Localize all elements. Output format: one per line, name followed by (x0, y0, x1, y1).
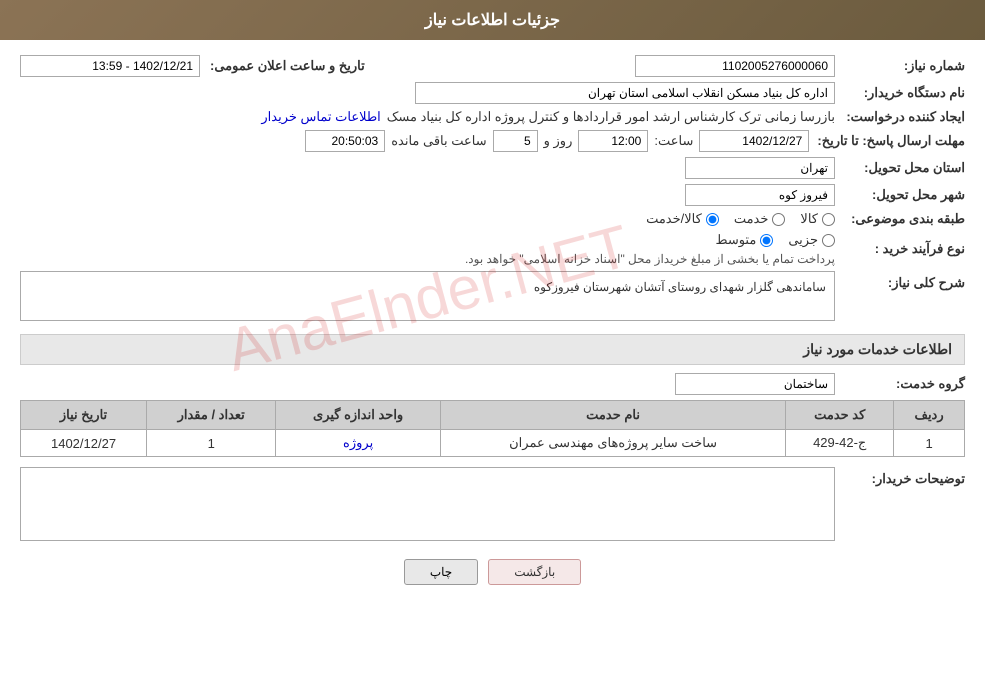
cell-date: 1402/12/27 (21, 430, 147, 457)
naoe-farayand-row: نوع فرآیند خرید : جزیی متوسط پرداخت تمام… (20, 232, 965, 266)
col-radif: ردیف (894, 401, 965, 430)
radio-kala-khadamat-text: کالا/خدمت (646, 211, 702, 227)
naoe-payment-text: پرداخت تمام یا بخشی از مبلغ خریداز محل "… (465, 252, 835, 266)
shmara-row: شماره نیاز: تاریخ و ساعت اعلان عمومی: (20, 55, 965, 77)
buyer-notes-row: توضیحات خریدار: (20, 467, 965, 544)
sharh-row: شرح کلی نیاز: AnaElnder.NET (20, 271, 965, 324)
radio-moutavaset-text: متوسط (715, 232, 756, 248)
naoe-farayand-label: نوع فرآیند خرید : (835, 241, 965, 257)
col-quantity: تعداد / مقدار (147, 401, 276, 430)
radio-kala-text: کالا (800, 211, 818, 227)
shmara-niaz-input[interactable] (635, 55, 835, 77)
days-input[interactable] (493, 130, 538, 152)
radio-kala-khadamat[interactable] (706, 213, 719, 226)
radio-moutavaset[interactable] (760, 234, 773, 247)
classification-row: طبقه بندی موضوعی: کالا خدمت کالا/خدمت (20, 211, 965, 227)
radio-kala-khadamat-label[interactable]: کالا/خدمت (646, 211, 719, 227)
cell-radif: 1 (894, 430, 965, 457)
radio-kala-label[interactable]: کالا (800, 211, 835, 227)
button-group: بازگشت چاپ (20, 559, 965, 585)
creator-value: بازرسا زمانی ترک کارشناس ارشد امور قرارد… (387, 109, 835, 125)
remaining-label: ساعت باقی مانده (391, 133, 486, 149)
col-unit: واحد اندازه گیری (276, 401, 441, 430)
cell-name: ساخت سایر پروژه‌های مهندسی عمران (440, 430, 785, 457)
services-table: ردیف کد حدمت نام حدمت واحد اندازه گیری ت… (20, 400, 965, 457)
ostan-input[interactable] (685, 157, 835, 179)
deadline-row: مهلت ارسال پاسخ: تا تاریخ: ساعت: روز و س… (20, 130, 965, 152)
deadline-label: مهلت ارسال پاسخ: تا تاریخ: (809, 133, 965, 149)
ostan-row: استان محل تحویل: (20, 157, 965, 179)
cell-code: ج-42-429 (786, 430, 894, 457)
date-input[interactable] (699, 130, 809, 152)
back-button[interactable]: بازگشت (488, 559, 581, 585)
classification-radio-group: کالا خدمت کالا/خدمت (20, 211, 835, 227)
time-input[interactable] (578, 130, 648, 152)
buyer-notes-textarea[interactable] (20, 467, 835, 541)
radio-khadamat-text: خدمت (734, 211, 769, 227)
dastagah-row: نام دستگاه خریدار: (20, 82, 965, 104)
sharh-textarea[interactable] (20, 271, 835, 321)
services-section-title: اطلاعات خدمات مورد نیاز (20, 334, 965, 365)
page-title: جزئیات اطلاعات نیاز (425, 12, 560, 29)
group-row: گروه خدمت: (20, 373, 965, 395)
classification-label: طبقه بندی موضوعی: (835, 211, 965, 227)
content-area: شماره نیاز: تاریخ و ساعت اعلان عمومی: نا… (0, 40, 985, 600)
buyer-notes-label: توضیحات خریدار: (835, 467, 965, 487)
radio-moutavaset-label[interactable]: متوسط (715, 232, 773, 248)
group-input[interactable] (675, 373, 835, 395)
radio-jazii-label[interactable]: جزیی (788, 232, 835, 248)
shahr-label: شهر محل تحویل: (835, 187, 965, 203)
col-name: نام حدمت (440, 401, 785, 430)
time-label: ساعت: (654, 133, 693, 149)
radio-khadamat[interactable] (772, 213, 785, 226)
days-label: روز و (544, 133, 573, 149)
print-button[interactable]: چاپ (404, 559, 478, 585)
col-date: تاریخ نیاز (21, 401, 147, 430)
creator-label: ایجاد کننده درخواست: (835, 109, 965, 125)
announce-value-input[interactable] (20, 55, 200, 77)
shahr-input[interactable] (685, 184, 835, 206)
cell-quantity: 1 (147, 430, 276, 457)
radio-jazii-text: جزیی (788, 232, 818, 248)
announce-label: تاریخ و ساعت اعلان عمومی: (210, 58, 365, 74)
page-wrapper: جزئیات اطلاعات نیاز شماره نیاز: تاریخ و … (0, 0, 985, 691)
shahr-row: شهر محل تحویل: (20, 184, 965, 206)
naoe-radio-group: جزیی متوسط (20, 232, 835, 248)
col-code: کد حدمت (786, 401, 894, 430)
sharh-label: شرح کلی نیاز: (835, 271, 965, 291)
remaining-input[interactable] (305, 130, 385, 152)
cell-unit[interactable]: پروژه (276, 430, 441, 457)
creator-row: ایجاد کننده درخواست: بازرسا زمانی ترک کا… (20, 109, 965, 125)
radio-jazii[interactable] (822, 234, 835, 247)
table-row: 1 ج-42-429 ساخت سایر پروژه‌های مهندسی عم… (21, 430, 965, 457)
dastagah-input[interactable] (415, 82, 835, 104)
page-header: جزئیات اطلاعات نیاز (0, 0, 985, 40)
dastagah-label: نام دستگاه خریدار: (835, 85, 965, 101)
radio-kala[interactable] (822, 213, 835, 226)
shmara-label: شماره نیاز: (835, 58, 965, 74)
radio-khadamat-label[interactable]: خدمت (734, 211, 786, 227)
creator-link[interactable]: اطلاعات تماس خریدار (261, 109, 380, 125)
ostan-label: استان محل تحویل: (835, 160, 965, 176)
group-label: گروه خدمت: (835, 376, 965, 392)
